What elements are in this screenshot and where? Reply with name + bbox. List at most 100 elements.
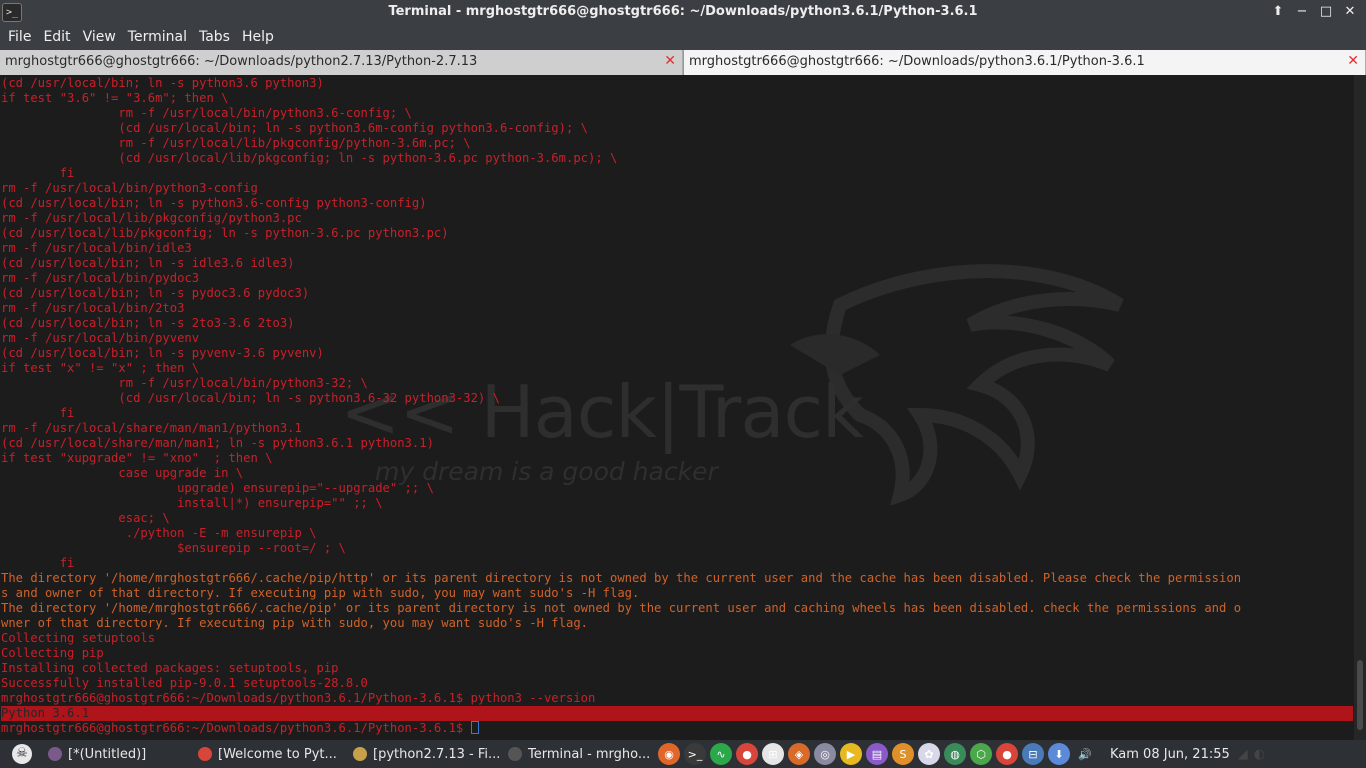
- window-titlebar[interactable]: >_ Terminal - mrghostgtr666@ghostgtr666:…: [0, 0, 1366, 25]
- task-welcome-python[interactable]: [Welcome to Pyt...: [194, 740, 349, 768]
- folder-icon: [353, 747, 367, 761]
- terminal-line: (cd /usr/local/bin; ln -s pyvenv-3.6 pyv…: [1, 346, 1353, 361]
- menu-file[interactable]: File: [4, 25, 36, 50]
- volume-icon[interactable]: 🔊: [1074, 743, 1096, 765]
- task-label: [python2.7.13 - Fi...: [373, 746, 501, 762]
- taskbar: ☠ [*(Untitled)] [Welcome to Pyt... [pyth…: [0, 740, 1366, 768]
- disc-icon[interactable]: ◎: [814, 743, 836, 765]
- network-icon[interactable]: ⊞: [762, 743, 784, 765]
- terminal-line: fi: [1, 556, 1353, 571]
- terminal-line: Collecting pip: [1, 646, 1353, 661]
- download-icon[interactable]: ⬇: [1048, 743, 1070, 765]
- power-icon[interactable]: ◐: [1254, 747, 1265, 762]
- terminal-line-text: rm -f /usr/local/bin/python3.6-config; \: [1, 106, 412, 120]
- terminal-line-text: if test "x" != "x" ; then \: [1, 361, 200, 375]
- task-label: Terminal - mrgho...: [528, 746, 651, 762]
- terminal-line-text: ./python -E -m ensurepip \: [1, 526, 317, 540]
- menu-tabs[interactable]: Tabs: [195, 25, 235, 50]
- close-button[interactable]: ✕: [1340, 2, 1360, 22]
- media-player-icon[interactable]: ▶: [840, 743, 862, 765]
- terminal-line-text: install|*) ensurepip="" ;; \: [1, 496, 383, 510]
- terminal-line: rm -f /usr/local/bin/pyvenv: [1, 331, 1353, 346]
- terminal-icon: [508, 747, 522, 761]
- minimize-button[interactable]: −: [1292, 2, 1312, 22]
- terminal-line-text: fi: [1, 166, 75, 180]
- terminal-line-text: wner of that directory. If executing pip…: [1, 616, 588, 630]
- terminal-line-text: s and owner of that directory. If execut…: [1, 586, 640, 600]
- scrollbar[interactable]: [1354, 75, 1366, 740]
- chrome-launcher-icon[interactable]: ●: [736, 743, 758, 765]
- terminal-line-text: rm -f /usr/local/bin/pydoc3: [1, 271, 200, 285]
- package-icon[interactable]: ⬡: [970, 743, 992, 765]
- terminal-line-text: (cd /usr/local/share/man/man1; ln -s pyt…: [1, 436, 434, 450]
- terminal-line-text: Installing collected packages: setuptool…: [1, 661, 339, 675]
- clock[interactable]: Kam 08 Jun, 21:55: [1110, 747, 1230, 762]
- tab-label: mrghostgtr666@ghostgtr666: ~/Downloads/p…: [5, 54, 478, 69]
- sublime-icon[interactable]: S: [892, 743, 914, 765]
- tab-bar: mrghostgtr666@ghostgtr666: ~/Downloads/p…: [0, 50, 1366, 75]
- terminal-line-text: (cd /usr/local/bin; ln -s python3.6-conf…: [1, 196, 427, 210]
- terminal-line: (cd /usr/local/bin; ln -s idle3.6 idle3): [1, 256, 1353, 271]
- terminal-line: (cd /usr/local/bin; ln -s python3.6 pyth…: [1, 76, 1353, 91]
- terminal-line: if test "x" != "x" ; then \: [1, 361, 1353, 376]
- tray-end: ◢ ◐: [1230, 740, 1278, 768]
- terminal-line: (cd /usr/local/lib/pkgconfig; ln -s pyth…: [1, 226, 1353, 241]
- terminal-line-text: (cd /usr/local/bin; ln -s pydoc3.6 pydoc…: [1, 286, 310, 300]
- wifi-icon[interactable]: ◢: [1238, 747, 1248, 762]
- terminal-line: (cd /usr/local/bin; ln -s 2to3-3.6 2to3): [1, 316, 1353, 331]
- network-tray-icon[interactable]: ⊟: [1022, 743, 1044, 765]
- maximize-button[interactable]: □: [1316, 2, 1336, 22]
- terminal-line: (cd /usr/local/lib/pkgconfig; ln -s pyth…: [1, 151, 1353, 166]
- firefox-icon[interactable]: ◉: [658, 743, 680, 765]
- scrollbar-thumb[interactable]: [1357, 660, 1363, 730]
- terminal-line-text: mrghostgtr666@ghostgtr666:~/Downloads/py…: [1, 691, 596, 705]
- terminal-line: rm -f /usr/local/share/man/man1/python3.…: [1, 421, 1353, 436]
- terminal-launcher-icon[interactable]: >_: [684, 743, 706, 765]
- tab-python3[interactable]: mrghostgtr666@ghostgtr666: ~/Downloads/p…: [683, 50, 1366, 75]
- terminal-line-text: $ensurepip --root=/ ; \: [1, 541, 346, 555]
- task-terminal[interactable]: Terminal - mrgho...: [504, 740, 654, 768]
- kali-menu-button[interactable]: ☠: [0, 740, 44, 768]
- terminal-line-text: rm -f /usr/local/bin/python3-32; \: [1, 376, 368, 390]
- task-file-manager[interactable]: [python2.7.13 - Fi...: [349, 740, 504, 768]
- terminal-line-text: fi: [1, 556, 75, 570]
- terminal-line-text: rm -f /usr/local/bin/python3-config: [1, 181, 258, 195]
- system-monitor-icon[interactable]: ∿: [710, 743, 732, 765]
- game-icon[interactable]: ◈: [788, 743, 810, 765]
- terminal-line-text: (cd /usr/local/bin; ln -s pyvenv-3.6 pyv…: [1, 346, 324, 360]
- terminal-line: ./python -E -m ensurepip \: [1, 526, 1353, 541]
- up-arrow-icon[interactable]: ⬆: [1268, 2, 1288, 22]
- terminal-cursor[interactable]: [470, 721, 479, 734]
- terminal-line-text: esac; \: [1, 511, 170, 525]
- terminal-line-text: Python 3.6.1: [1, 706, 90, 720]
- menu-help[interactable]: Help: [238, 25, 279, 50]
- terminal-line-text: (cd /usr/local/lib/pkgconfig; ln -s pyth…: [1, 226, 449, 240]
- chrome-icon: [198, 747, 212, 761]
- terminal-line-text: (cd /usr/local/bin; ln -s python3.6-32 p…: [1, 391, 500, 405]
- globe-icon[interactable]: ◍: [944, 743, 966, 765]
- terminal-line-text: Successfully installed pip-9.0.1 setupto…: [1, 676, 368, 690]
- bug-icon[interactable]: ✿: [918, 743, 940, 765]
- terminal-line: s and owner of that directory. If execut…: [1, 586, 1353, 601]
- terminal-line: rm -f /usr/local/bin/python3-config: [1, 181, 1353, 196]
- terminal-line-text: mrghostgtr666@ghostgtr666:~/Downloads/py…: [1, 721, 471, 735]
- close-tab-icon[interactable]: ✕: [664, 53, 676, 69]
- terminal-line: rm -f /usr/local/bin/idle3: [1, 241, 1353, 256]
- terminal-line-text: if test "xupgrade" != "xno" ; then \: [1, 451, 273, 465]
- menu-view[interactable]: View: [79, 25, 121, 50]
- terminal-line-text: if test "3.6" != "3.6m"; then \: [1, 91, 229, 105]
- close-tab-icon[interactable]: ✕: [1347, 53, 1359, 69]
- chrome-tray-icon[interactable]: ●: [996, 743, 1018, 765]
- menu-terminal[interactable]: Terminal: [124, 25, 192, 50]
- terminal-line: (cd /usr/local/bin; ln -s pydoc3.6 pydoc…: [1, 286, 1353, 301]
- document-icon[interactable]: ▤: [866, 743, 888, 765]
- terminal-line-text: (cd /usr/local/lib/pkgconfig; ln -s pyth…: [1, 151, 618, 165]
- tab-python2[interactable]: mrghostgtr666@ghostgtr666: ~/Downloads/p…: [0, 50, 683, 75]
- terminal-line: rm -f /usr/local/lib/pkgconfig/python3.p…: [1, 211, 1353, 226]
- task-untitled[interactable]: [*(Untitled)]: [44, 740, 194, 768]
- launcher-tray: ◉ >_ ∿ ● ⊞ ◈ ◎ ▶ ▤ S ✿ ◍ ⬡ ● ⊟ ⬇ 🔊: [658, 743, 1096, 765]
- terminal-line: (cd /usr/local/bin; ln -s python3.6-32 p…: [1, 391, 1353, 406]
- terminal-line-text: rm -f /usr/local/bin/2to3: [1, 301, 185, 315]
- terminal-output[interactable]: << Hack|Track my dream is a good hacker …: [0, 75, 1366, 740]
- menu-edit[interactable]: Edit: [39, 25, 75, 50]
